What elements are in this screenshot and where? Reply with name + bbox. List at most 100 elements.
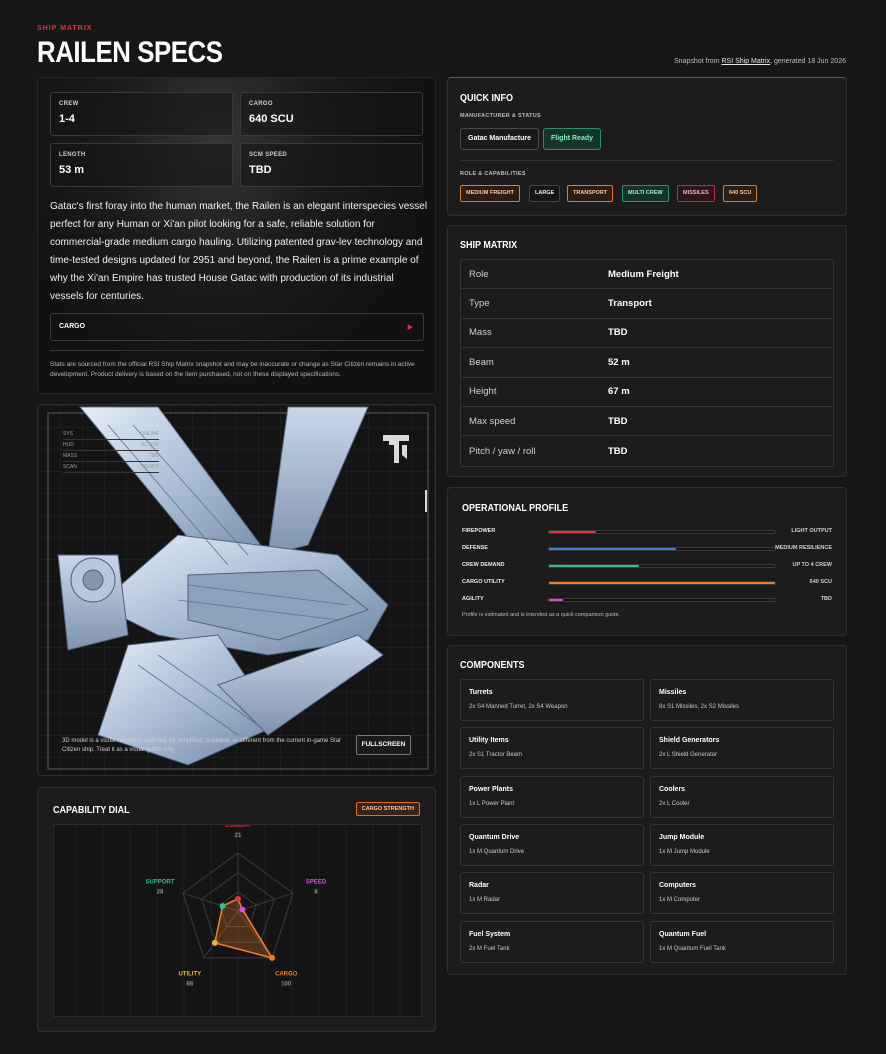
row-value: Transport	[608, 298, 652, 310]
ship-matrix-panel: SHIP MATRIX Role Medium Freight Type Trans…	[447, 225, 847, 477]
component-value: 8x S1 Missiles, 2x S2 Missiles	[659, 704, 740, 710]
row-key: Height	[469, 386, 497, 398]
divider	[50, 350, 424, 351]
hud-row: SCAN READY	[63, 462, 159, 473]
fullscreen-button[interactable]: FULLSCREEN	[356, 735, 411, 755]
page-title: RAILEN SPECS	[37, 36, 223, 69]
profile-descriptor: 640 SCU	[809, 579, 832, 585]
stat-value: 640 SCU	[249, 113, 294, 125]
snapshot-prefix: Snapshot from	[674, 58, 722, 65]
component-card: Radar 1x M Radar	[460, 872, 644, 915]
cargo-accordion[interactable]: CARGO ▶	[50, 313, 424, 341]
component-value: 1x M Quantum Drive	[469, 848, 525, 855]
component-card: Shield Generators 2x L Shield Generator	[650, 727, 834, 770]
stat-label: LENGTH	[59, 152, 86, 158]
components-panel: COMPONENTS Turrets 2x S4 Manned Turret, 2…	[447, 645, 847, 975]
component-name: Utility Items	[469, 737, 509, 745]
axis-value: 28	[157, 890, 164, 896]
tag-large: LARGE	[529, 185, 561, 202]
hud-row: HUD ACTIVE	[63, 440, 159, 451]
ship-matrix-table: Role Medium Freight Type Transport Mass TBD…	[460, 259, 834, 467]
stat-label: SCM SPEED	[249, 152, 288, 158]
component-name: Quantum Drive	[469, 833, 520, 841]
component-value: 1x M Jump Module	[659, 848, 710, 855]
operational-profile-title: OPERATIONAL PROFILE	[462, 503, 569, 514]
component-card: Fuel System 2x M Fuel Tank	[460, 920, 644, 963]
ship-description: Gatac's first foray into the human marke…	[50, 201, 428, 302]
axis-label: SPEED	[306, 880, 327, 886]
radar-point-utility	[211, 939, 218, 946]
stat-length: LENGTH 53 m	[50, 143, 233, 187]
profile-bar-track	[548, 530, 776, 534]
component-value: 1x M Quantum Fuel Tank	[659, 945, 726, 952]
table-row: Type Transport	[461, 289, 833, 319]
row-key: Type	[469, 298, 490, 310]
tag-multi-crew: MULTI CREW	[622, 185, 669, 202]
table-row: Pitch / yaw / roll TBD	[461, 436, 833, 465]
row-value: TBD	[608, 415, 628, 427]
profile-bar-track	[548, 581, 776, 585]
viewer-scroll-indicator[interactable]	[425, 490, 427, 512]
overview-panel: CREW 1-4 CARGO 640 SCU LENGTH 53 m SCM S…	[37, 77, 436, 394]
profile-label: FIREPOWER	[462, 528, 496, 534]
profile-label: DEFENSE	[462, 545, 488, 551]
component-name: Coolers	[659, 785, 686, 793]
hud-row: SYS ONLINE	[63, 429, 159, 440]
tag-transport: TRANSPORT	[567, 185, 614, 202]
profile-bar-track	[548, 598, 776, 602]
quick-info-panel: QUICK INFO MANUFACTURER & STATUS Gatac M…	[447, 77, 847, 216]
row-value: 52 m	[608, 356, 630, 368]
model-viewer[interactable]: SYS ONLINE HUD ACTIVE MASS TBD SCAN READY 3D…	[37, 404, 436, 776]
profile-row: CREW DEMAND UP TO 4 CREW	[462, 561, 832, 571]
axis-label: SUPPORT	[146, 880, 175, 886]
profile-note: Profile is estimated and is intended as …	[462, 612, 621, 618]
component-card: Turrets 2x S4 Manned Turret, 2x S4 Weapon	[460, 679, 644, 721]
page-eyebrow: SHIP MATRIX	[37, 25, 93, 32]
component-name: Computers	[659, 882, 696, 890]
profile-bar-fill	[549, 565, 640, 567]
table-row: Beam 52 m	[461, 348, 833, 378]
profile-bar-fill	[549, 548, 676, 550]
component-name: Power Plants	[469, 785, 513, 793]
component-value: 1x L Power Plant	[469, 800, 515, 807]
disclaimer-note: Stats are sourced from the official RSI …	[50, 361, 415, 378]
stat-crew: CREW 1-4	[50, 92, 233, 136]
capability-dial-title: CAPABILITY DIAL	[53, 805, 130, 816]
radar-point-support	[219, 902, 226, 909]
component-card: Jump Module 1x M Jump Module	[650, 823, 834, 866]
profile-bar-fill	[549, 582, 775, 584]
axis-label: CARGO	[275, 971, 298, 977]
stat-label: CREW	[59, 101, 79, 107]
role-capabilities-heading: ROLE & CAPABILITIES	[460, 171, 526, 177]
rsi-ship-matrix-link[interactable]: RSI Ship Matrix	[721, 58, 770, 65]
component-name: Shield Generators	[659, 737, 720, 745]
component-card: Power Plants 1x L Power Plant	[460, 775, 644, 818]
row-key: Mass	[469, 327, 492, 339]
profile-row: CARGO UTILITY 640 SCU	[462, 578, 832, 588]
stat-label: CARGO	[249, 101, 273, 107]
hud-readout: SYS ONLINE HUD ACTIVE MASS TBD SCAN READY	[63, 429, 159, 473]
snapshot-info: Snapshot from RSI Ship Matrix, generated…	[674, 58, 846, 65]
component-card: Quantum Drive 1x M Quantum Drive	[460, 823, 644, 866]
stat-scm-speed: SCM SPEED TBD	[240, 143, 423, 187]
profile-row: AGILITY TBD	[462, 595, 832, 605]
row-key: Pitch / yaw / roll	[469, 445, 536, 457]
manufacturer-logo-icon	[383, 435, 409, 463]
profile-label: CARGO UTILITY	[462, 579, 505, 585]
radar-chart: COMBAT 21 SPEED 8 CARGO 100 UTILITY 68 SUPPORT 28	[75, 823, 401, 1018]
tag-missiles: MISSILES	[677, 185, 715, 202]
component-card: Missiles 8x S1 Missiles, 2x S2 Missiles	[650, 679, 834, 721]
ship-matrix-title: SHIP MATRIX	[460, 240, 518, 251]
radar-chart-frame: COMBAT 21 SPEED 8 CARGO 100 UTILITY 68 SUPPORT 28	[53, 823, 422, 1018]
component-value: 2x S1 Tractor Beam	[469, 752, 523, 759]
component-card: Computers 1x M Computer	[650, 872, 834, 915]
component-value: 2x S4 Manned Turret, 2x S4 Weapon	[469, 704, 568, 710]
component-name: Turrets	[469, 689, 493, 696]
table-row: Height 67 m	[461, 378, 833, 407]
profile-bar-track	[548, 547, 776, 551]
component-value: 2x M Fuel Tank	[469, 945, 510, 952]
hud-row: MASS TBD	[63, 451, 159, 462]
radar-spoke	[237, 892, 294, 912]
tag-640-scu: 640 SCU	[723, 185, 758, 202]
component-card: Utility Items 2x S1 Tractor Beam	[460, 727, 644, 770]
